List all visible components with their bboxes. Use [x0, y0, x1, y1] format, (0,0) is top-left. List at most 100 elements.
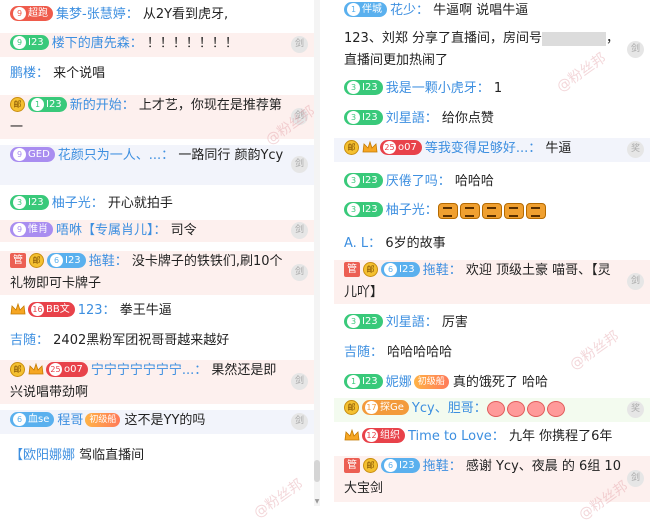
noble-coin-icon: 邮 [344, 400, 359, 415]
chat-message: 123、刘郑 分享了直播间，房间号 ，直播间更加热闹了剑 [334, 28, 650, 72]
username[interactable]: 厌倦了吗： [386, 174, 451, 189]
username[interactable]: 柚子光： [52, 196, 104, 211]
fan-badge[interactable]: 9 惟肖 [10, 222, 53, 237]
sword-action-icon[interactable]: 剑 [291, 413, 308, 430]
chat-message: 3 I23 我是一颗小虎牙： 1 [334, 78, 650, 100]
username[interactable]: 【欧阳娜娜 [10, 448, 75, 463]
noble-coin-icon: 邮 [10, 362, 25, 377]
username[interactable]: 刘星語： [386, 315, 438, 330]
sword-action-icon[interactable]: 剑 [627, 470, 644, 487]
red-envelope-icon [506, 400, 525, 417]
fan-badge[interactable]: 3 I23 [344, 173, 383, 188]
fan-badge[interactable]: 9 GED [10, 147, 55, 162]
sword-action-icon[interactable]: 剑 [627, 41, 644, 58]
fan-badge-level: 3 [13, 196, 26, 209]
fan-badge[interactable]: 3 I23 [344, 314, 383, 329]
fan-badge[interactable]: 3 I23 [344, 80, 383, 95]
fan-badge[interactable]: 6 I23 [381, 458, 420, 473]
fan-badge[interactable]: 6 I23 [381, 262, 420, 277]
fan-badge-level: 3 [347, 81, 360, 94]
chat-message: 3 I23 柚子光： [334, 200, 650, 224]
message-text: 从2Y看到虎牙, [142, 7, 229, 22]
fan-badge[interactable]: 3 I23 [344, 110, 383, 125]
username[interactable]: 花少： [390, 3, 429, 18]
message-text: 哈哈哈 [454, 174, 494, 189]
sword-action-icon[interactable]: 剑 [291, 264, 308, 281]
chat-message: 管邮 6 I23 拖鞋： 没卡牌子的铁铁们,刷10个礼物即可卡牌子剑 [0, 251, 314, 295]
username[interactable]: 拖鞋： [423, 459, 462, 474]
sword-action-icon[interactable]: 剑 [291, 222, 308, 239]
fan-badge[interactable]: 1 伴城 [344, 2, 387, 17]
username[interactable]: 拖鞋： [423, 263, 462, 278]
chat-message: 【欧阳娜娜 驾临直播间 [0, 445, 314, 469]
noble-level-text: o07 [64, 364, 83, 375]
noble-coin-icon: 邮 [29, 253, 44, 268]
username[interactable]: 等我变得足够好...： [425, 141, 541, 156]
chat-message: 吉随： 2402黑粉军团祝哥哥越来越好 [0, 330, 314, 352]
fan-badge-level: 1 [347, 375, 360, 388]
username[interactable]: 楼下的唐先森： [52, 36, 143, 51]
username[interactable]: 花颜只为一人、...： [58, 148, 174, 163]
fan-badge[interactable]: 1 I23 [344, 374, 383, 389]
username[interactable]: 吉随： [10, 333, 49, 348]
fan-badge-level: 1 [347, 3, 360, 16]
username[interactable]: 拖鞋： [89, 254, 128, 269]
username[interactable]: 集梦-张慧婷： [56, 7, 139, 22]
fan-badge[interactable]: 3 I23 [10, 195, 49, 210]
message-text: 6岁的故事 [385, 236, 446, 251]
username[interactable]: 宁宁宁宁宁宁宁...： [91, 363, 207, 378]
chat-scrollbar[interactable]: ▼ [314, 0, 320, 506]
scroll-down-arrow-icon[interactable]: ▼ [314, 498, 320, 506]
username[interactable]: 程哥 [57, 413, 83, 428]
noble-level-number: 12 [365, 429, 378, 442]
username[interactable]: 鹏楼： [10, 66, 49, 81]
tiger-gift-icon [525, 202, 546, 219]
username[interactable]: Ycy、胆哥： [412, 401, 487, 416]
message-text: 1 [493, 81, 503, 96]
fan-badge-name: I23 [46, 99, 62, 110]
noble-crown-icon [362, 140, 378, 155]
message-text: 来个说唱 [53, 66, 106, 81]
fan-badge[interactable]: 6 血se [10, 412, 55, 427]
message-text: 九年 你携程了6年 [508, 429, 613, 444]
fan-badge[interactable]: 3 I23 [344, 202, 383, 217]
username[interactable]: 新的开始： [70, 98, 135, 113]
username[interactable]: 我是一颗小虎牙： [386, 81, 490, 96]
message-text: 开心就拍手 [107, 196, 173, 211]
chat-message: 管邮 6 I23 拖鞋： 欢迎 顶级土豪 喵哥、【灵儿吖】剑 [334, 260, 650, 304]
fan-badge[interactable]: 9 I23 [10, 35, 49, 50]
fan-badge[interactable]: 9 超跑 [10, 6, 53, 21]
username[interactable]: 妮娜 [386, 375, 412, 390]
chat-message: A. L： 6岁的故事 [334, 233, 650, 255]
message-text: 厉害 [441, 315, 468, 330]
sword-action-icon[interactable]: 奖 [627, 401, 644, 418]
noble-level-text: BB文 [46, 304, 70, 315]
sword-action-icon[interactable]: 奖 [627, 141, 644, 158]
noble-level-number: 25 [49, 363, 62, 376]
chat-panel-right: 1 伴城 花少： 牛逼啊 说唱牛逼 123、刘郑 分享了直播间，房间号 ，直播间更加热闹… [330, 0, 650, 506]
sword-action-icon[interactable]: 剑 [291, 108, 308, 125]
username[interactable]: Time to Love： [408, 429, 505, 444]
fan-badge-level: 9 [13, 223, 26, 236]
sword-action-icon[interactable]: 剑 [291, 373, 308, 390]
username[interactable]: 吉随： [344, 345, 383, 360]
chat-message: 9 超跑 集梦-张慧婷： 从2Y看到虎牙, [0, 4, 314, 26]
fan-badge[interactable]: 17 探Ge [362, 400, 409, 415]
sword-action-icon[interactable]: 剑 [291, 36, 308, 53]
fan-badge-name: 探Ge [380, 402, 404, 413]
fan-badge-level: 6 [384, 459, 397, 472]
fan-badge-level: 9 [13, 36, 26, 49]
fan-badge[interactable]: 1 I23 [28, 97, 67, 112]
username[interactable]: 柚子光： [386, 203, 438, 218]
username[interactable]: 唔咻【专属肖儿】： [56, 223, 167, 238]
noble-level-text: 组织 [380, 430, 400, 441]
sword-action-icon[interactable]: 剑 [291, 156, 308, 173]
chat-message: 3 I23 刘星語： 厉害 [334, 312, 650, 334]
scroll-thumb[interactable] [314, 460, 320, 482]
username[interactable]: 刘星語： [386, 111, 438, 126]
username[interactable]: 123： [78, 303, 116, 318]
guard-pill: 初级船 [85, 412, 121, 427]
sword-action-icon[interactable]: 剑 [627, 273, 644, 290]
fan-badge[interactable]: 6 I23 [47, 253, 86, 268]
username[interactable]: A. L： [344, 236, 381, 251]
